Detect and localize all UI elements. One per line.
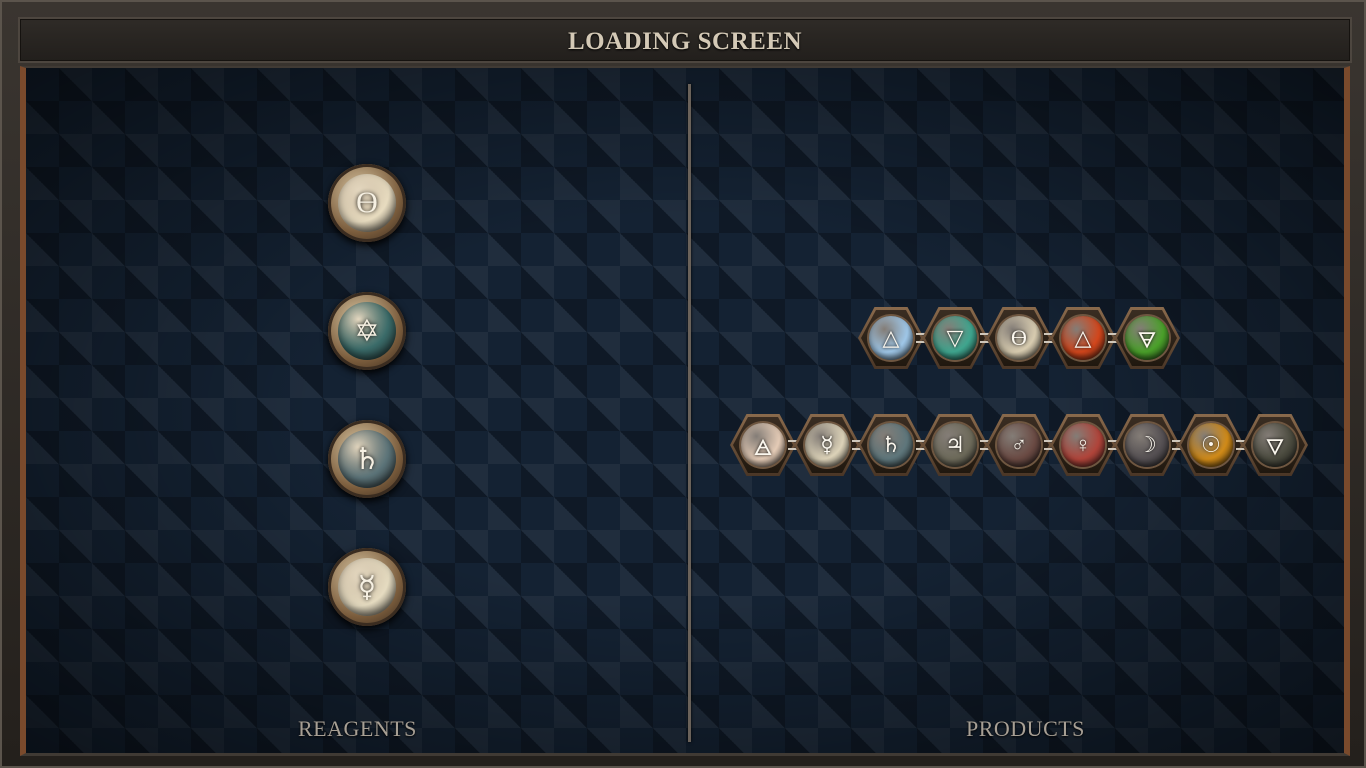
atom-cell: ϴ — [986, 307, 1052, 369]
atom-cell: ♀ — [1050, 414, 1116, 476]
atom-cell: △ — [1050, 307, 1116, 369]
earth-icon: 🜃 — [1125, 316, 1169, 360]
silver-icon: ☽ — [1125, 423, 1169, 467]
product-molecule-metals[interactable]: 🜁 ☿ ♄ ♃ ♂ ♀ ☽ ☉ 🜄 — [730, 414, 1308, 476]
atom-cell: ☽ — [1114, 414, 1180, 476]
tin-icon: ♃ — [933, 423, 977, 467]
reagents-label: REAGENTS — [298, 716, 417, 741]
atom-cell: ▽ — [922, 307, 988, 369]
reagent-quicksilver[interactable]: ☿ — [328, 548, 406, 626]
products-label: PRODUCTS — [966, 716, 1085, 741]
iron-icon: ♂ — [997, 423, 1041, 467]
atom-cell: ☉ — [1178, 414, 1244, 476]
reagent-lead[interactable]: ♄ — [328, 420, 406, 498]
mors-icon: 🜄 — [1253, 423, 1297, 467]
screen-title: LOADING SCREEN — [567, 28, 803, 55]
lead-icon: ♄ — [869, 423, 913, 467]
atom-cell: △ — [858, 307, 924, 369]
atom-cell: 🜄 — [1242, 414, 1308, 476]
quicksilver-icon: ☿ — [805, 423, 849, 467]
air-icon: △ — [869, 316, 913, 360]
fire-icon: △ — [1061, 316, 1105, 360]
atom-cell: ♂ — [986, 414, 1052, 476]
vitae-icon: 🜁 — [741, 423, 785, 467]
atom-cell: 🜁 — [730, 414, 796, 476]
salt-icon: ϴ — [997, 316, 1041, 360]
atom-cell: ♄ — [858, 414, 924, 476]
reagent-1-icon: ✡ — [338, 302, 396, 360]
atom-cell: ☿ — [794, 414, 860, 476]
product-molecule-elements[interactable]: △ ▽ ϴ △ 🜃 — [858, 307, 1180, 369]
reagent-salt[interactable]: ϴ — [328, 164, 406, 242]
title-bar: LOADING SCREEN — [18, 17, 1352, 63]
puzzle-board: ϴ ✡ ♄ ☿ REAGENTS △ ▽ ϴ △ 🜃 🜁 ☿ ♄ ♃ ♂ ♀ ☽ ☉ 🜄 PRODUCT… — [20, 66, 1350, 756]
water-icon: ▽ — [933, 316, 977, 360]
board-vignette — [26, 68, 1344, 753]
reagent-quintessence[interactable]: ✡ — [328, 292, 406, 370]
atom-cell: ♃ — [922, 414, 988, 476]
atom-cell: 🜃 — [1114, 307, 1180, 369]
reagent-2-icon: ♄ — [338, 430, 396, 488]
gold-icon: ☉ — [1189, 423, 1233, 467]
copper-icon: ♀ — [1061, 423, 1105, 467]
reagent-3-icon: ☿ — [338, 558, 396, 616]
game-window: LOADING SCREEN ϴ ✡ ♄ ☿ REAGENTS △ ▽ ϴ △ 🜃 🜁 ☿… — [0, 0, 1366, 768]
reagent-0-icon: ϴ — [338, 174, 396, 232]
panel-divider — [688, 84, 691, 742]
